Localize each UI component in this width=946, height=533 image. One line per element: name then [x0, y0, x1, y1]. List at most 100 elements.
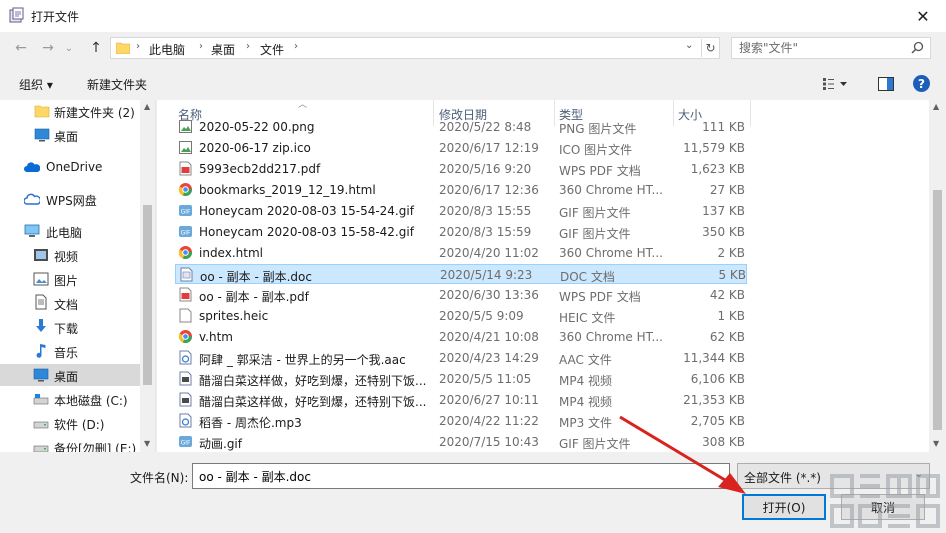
file-name: index.html — [199, 246, 263, 260]
table-row[interactable]: bookmarks_2019_12_19.html 2020/6/17 12:36… — [175, 180, 747, 200]
table-row[interactable]: GIF Honeycam 2020-08-03 15-58-42.gif 2020/… — [175, 222, 747, 242]
file-type: ICO 图片文件 — [559, 143, 633, 157]
table-row[interactable]: v.htm 2020/4/21 10:08 360 Chrome HT... 62 K… — [175, 327, 747, 347]
address-dropdown-icon[interactable]: ⌄ — [685, 40, 693, 51]
close-button[interactable]: ✕ — [900, 0, 946, 32]
watermark-logo-icon — [830, 474, 940, 528]
audio-file-icon — [179, 413, 192, 428]
back-button[interactable]: ← — [11, 38, 31, 58]
sidebar-item-desktop[interactable]: 桌面 — [0, 364, 140, 386]
preview-pane-icon[interactable] — [878, 77, 894, 91]
view-options-icon[interactable] — [822, 77, 848, 91]
search-box[interactable] — [731, 37, 931, 59]
folder-icon — [116, 42, 130, 54]
sidebar-item-label: 图片 — [54, 274, 79, 288]
forward-button[interactable]: → — [38, 38, 58, 58]
sidebar-item-pictures[interactable]: 图片 — [0, 268, 140, 290]
table-row[interactable]: 5993ecb2dd217.pdf 2020/5/16 9:20 WPS PDF 文… — [175, 159, 747, 179]
scrollbar-thumb[interactable] — [143, 205, 152, 385]
sidebar-item-new-folder-2[interactable]: 新建文件夹 (2) — [0, 100, 140, 122]
file-size: 5 KB — [718, 268, 746, 282]
cloud-icon — [24, 193, 40, 205]
file-type: GIF 图片文件 — [559, 227, 631, 241]
file-type: 360 Chrome HT... — [559, 183, 663, 197]
file-type: WPS PDF 文档 — [559, 164, 641, 178]
scrollbar-thumb[interactable] — [933, 190, 942, 430]
breadcrumb-separator-icon: › — [136, 41, 140, 52]
search-input[interactable] — [739, 41, 899, 55]
open-file-dialog: 打开文件 ✕ ← → ⌄ ↑ › 此电脑 › 桌面 › 文件 › ⌄ ↻ 搜索"… — [0, 0, 946, 533]
sidebar-item-wps-cloud[interactable]: WPS网盘 — [0, 188, 140, 210]
file-type: MP4 视频 — [559, 374, 613, 388]
file-date: 2020/5/5 11:05 — [439, 372, 532, 386]
file-size: 27 KB — [709, 183, 745, 197]
image-file-icon — [179, 141, 192, 154]
sidebar-item-documents[interactable]: 文档 — [0, 292, 140, 314]
table-row[interactable]: index.html 2020/4/20 11:02 360 Chrome HT..… — [175, 243, 747, 263]
sidebar-item-label: 备份[勿删] (E:) — [54, 442, 137, 452]
file-list-scrollbar[interactable]: ▲ ▼ — [929, 100, 946, 452]
organize-menu-button[interactable]: 组织 ▾ — [19, 76, 53, 93]
file-type: WPS PDF 文档 — [559, 290, 641, 304]
sidebar-item-onedrive[interactable]: OneDrive — [0, 156, 140, 178]
up-button[interactable]: ↑ — [86, 38, 106, 58]
file-date: 2020/4/23 14:29 — [439, 351, 539, 365]
file-size: 6,106 KB — [690, 372, 745, 386]
table-row[interactable]: GIF Honeycam 2020-08-03 15-54-24.gif 2020/… — [175, 201, 747, 221]
scroll-down-arrow-icon[interactable]: ▼ — [933, 439, 939, 448]
column-divider[interactable] — [750, 100, 751, 126]
doc-file-icon — [180, 267, 193, 282]
gif-file-icon: GIF — [179, 205, 192, 216]
sidebar-item-label: 软件 (D:) — [54, 418, 105, 432]
breadcrumb-desktop[interactable]: 桌面 — [211, 41, 235, 58]
refresh-icon: ↻ — [705, 41, 716, 55]
gif-file-icon: GIF — [179, 436, 192, 447]
sidebar-item-label: WPS网盘 — [46, 194, 97, 208]
sidebar-item-videos[interactable]: 视频 — [0, 244, 140, 266]
navigation-scrollbar[interactable]: ▲ ▼ — [140, 100, 155, 452]
drive-icon — [33, 421, 49, 429]
table-row[interactable]: 2020-06-17 zip.ico 2020/6/17 12:19 ICO 图片文… — [175, 138, 747, 158]
navigation-pane: 新建文件夹 (2) 桌面 OneDrive WPS网盘 此电脑 视频 图片 文档… — [0, 100, 156, 452]
file-type: AAC 文件 — [559, 353, 612, 367]
file-size: 1 KB — [717, 309, 745, 323]
refresh-button[interactable]: ↻ — [701, 39, 719, 57]
file-size: 350 KB — [702, 225, 745, 239]
table-row[interactable]: oo - 副本 - 副本.doc 2020/5/14 9:23 DOC 文档 5 KB — [175, 264, 747, 284]
breadcrumb-files[interactable]: 文件 — [260, 41, 284, 58]
svg-text:GIF: GIF — [181, 440, 191, 447]
sidebar-item-label: 本地磁盘 (C:) — [54, 394, 128, 408]
table-row[interactable]: sprites.heic 2020/5/5 9:09 HEIC 文件 1 KB — [175, 306, 747, 326]
sidebar-item-drive-e[interactable]: 备份[勿删] (E:) — [0, 436, 140, 452]
sidebar-item-music[interactable]: 音乐 — [0, 340, 140, 362]
sidebar-item-this-pc[interactable]: 此电脑 — [0, 220, 140, 242]
svg-text:GIF: GIF — [181, 230, 191, 237]
sidebar-item-downloads[interactable]: 下载 — [0, 316, 140, 338]
table-row[interactable]: 醋溜白菜这样做，好吃到爆，还特别下饭... 2020/5/5 11:05 MP4 视… — [175, 369, 747, 389]
table-row[interactable]: 阿肆 _ 郭采洁 - 世界上的另一个我.aac 2020/4/23 14:29 AA… — [175, 348, 747, 368]
sidebar-item-drive-d[interactable]: 软件 (D:) — [0, 412, 140, 434]
sidebar-item-drive-c[interactable]: 本地磁盘 (C:) — [0, 388, 140, 410]
breadcrumb-this-pc[interactable]: 此电脑 — [149, 41, 185, 58]
scroll-up-arrow-icon[interactable]: ▲ — [933, 102, 939, 111]
pdf-file-icon — [179, 287, 192, 302]
audio-file-icon — [179, 350, 192, 365]
file-name: 醋溜白菜这样做，好吃到爆，还特别下饭... — [199, 395, 427, 409]
recent-locations-button[interactable]: ⌄ — [63, 38, 75, 58]
sidebar-item-label: 桌面 — [54, 130, 79, 144]
music-icon — [36, 344, 46, 358]
sidebar-item-desktop-top[interactable]: 桌面 — [0, 124, 140, 146]
file-type: 360 Chrome HT... — [559, 246, 663, 260]
title-bar: 打开文件 ✕ — [0, 0, 946, 32]
table-row[interactable]: 2020-05-22 00.png 2020/5/22 8:48 PNG 图片文件 1… — [175, 117, 747, 137]
new-folder-button[interactable]: 新建文件夹 — [87, 76, 147, 93]
desktop-icon — [33, 368, 49, 382]
file-size: 2 KB — [717, 246, 745, 260]
help-button[interactable]: ? — [913, 75, 930, 92]
scroll-up-arrow-icon[interactable]: ▲ — [144, 102, 150, 111]
table-row[interactable]: oo - 副本 - 副本.pdf 2020/6/30 13:36 WPS PDF 文… — [175, 285, 747, 305]
file-type: HEIC 文件 — [559, 311, 616, 325]
address-bar[interactable]: › 此电脑 › 桌面 › 文件 › ⌄ ↻ — [110, 37, 720, 59]
scroll-down-arrow-icon[interactable]: ▼ — [144, 439, 150, 448]
desktop-icon — [34, 128, 50, 142]
